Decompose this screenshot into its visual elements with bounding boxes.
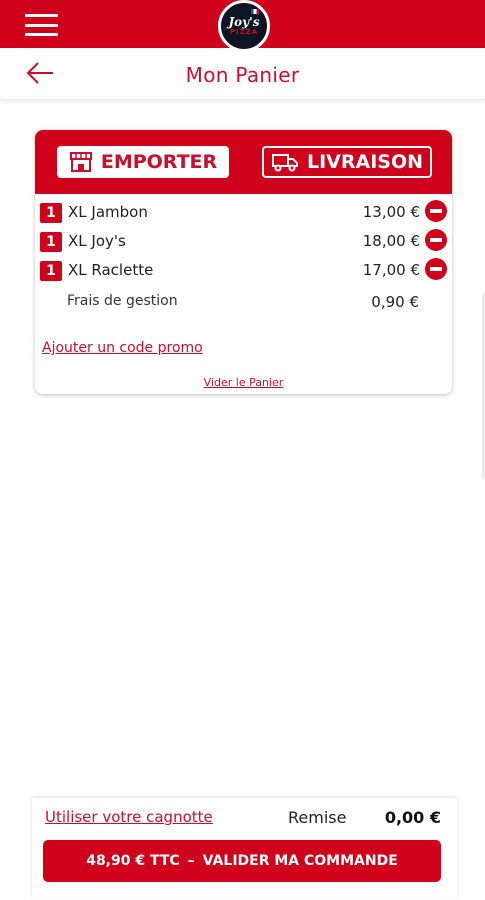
- item-price: 13,00 €: [362, 203, 420, 221]
- remove-item-icon[interactable]: [425, 200, 447, 222]
- quantity-badge: 1: [40, 261, 62, 281]
- total-separator: –: [187, 853, 195, 869]
- livraison-button[interactable]: LIVRAISON: [262, 146, 432, 178]
- order-total: 48,90 € TTC: [86, 853, 180, 869]
- add-promo-code-link[interactable]: Ajouter un code promo: [42, 340, 203, 356]
- validate-order-button[interactable]: 48,90 € TTC – VALIDER MA COMMANDE: [43, 840, 441, 882]
- remise-value: 0,00 €: [384, 808, 441, 827]
- page-title: Mon Panier: [185, 63, 300, 87]
- store-icon: [69, 152, 92, 172]
- item-price: 17,00 €: [362, 261, 420, 279]
- cart-item-row: 1 XL Joy's 18,00 €: [35, 229, 452, 253]
- emporter-label: EMPORTER: [100, 151, 218, 173]
- item-name: XL Joy's: [68, 232, 126, 250]
- livraison-label: LIVRAISON: [306, 151, 424, 173]
- quantity-badge: 1: [40, 232, 62, 252]
- remove-item-icon[interactable]: [425, 229, 447, 251]
- checkout-footer: Utiliser votre cagnotte Remise 0,00 € 48…: [32, 798, 457, 898]
- delivery-truck-icon: [271, 154, 298, 172]
- use-cagnotte-link[interactable]: Utiliser votre cagnotte: [45, 808, 213, 826]
- quantity-badge: 1: [40, 203, 62, 223]
- hamburger-menu-icon[interactable]: [25, 14, 58, 36]
- validate-label: VALIDER MA COMMANDE: [202, 853, 398, 869]
- delivery-mode-selector: EMPORTER LIVRAISON: [35, 130, 452, 194]
- fee-row: Frais de gestion 0,90 €: [35, 293, 452, 317]
- cart-card: EMPORTER LIVRAISON 1 XL Jambon 13,00 € 1…: [35, 130, 452, 394]
- cart-item-row: 1 XL Jambon 13,00 €: [35, 200, 452, 224]
- flag-icon: [251, 9, 259, 14]
- logo-text: Joy's: [228, 14, 260, 29]
- logo-subtext: PIZZA: [229, 27, 259, 36]
- item-name: XL Jambon: [68, 203, 148, 221]
- item-name: XL Raclette: [68, 261, 154, 279]
- remise-label: Remise: [288, 808, 347, 827]
- remove-item-icon[interactable]: [425, 258, 447, 280]
- brand-logo[interactable]: Joy's PIZZA: [218, 0, 270, 52]
- item-price: 18,00 €: [362, 232, 420, 250]
- emporter-button[interactable]: EMPORTER: [57, 146, 229, 178]
- fee-price: 0,90 €: [371, 293, 419, 311]
- cart-item-row: 1 XL Raclette 17,00 €: [35, 258, 452, 282]
- empty-cart-link[interactable]: Vider le Panier: [35, 376, 452, 389]
- fee-label: Frais de gestion: [67, 293, 178, 309]
- page-header: Mon Panier: [0, 48, 485, 100]
